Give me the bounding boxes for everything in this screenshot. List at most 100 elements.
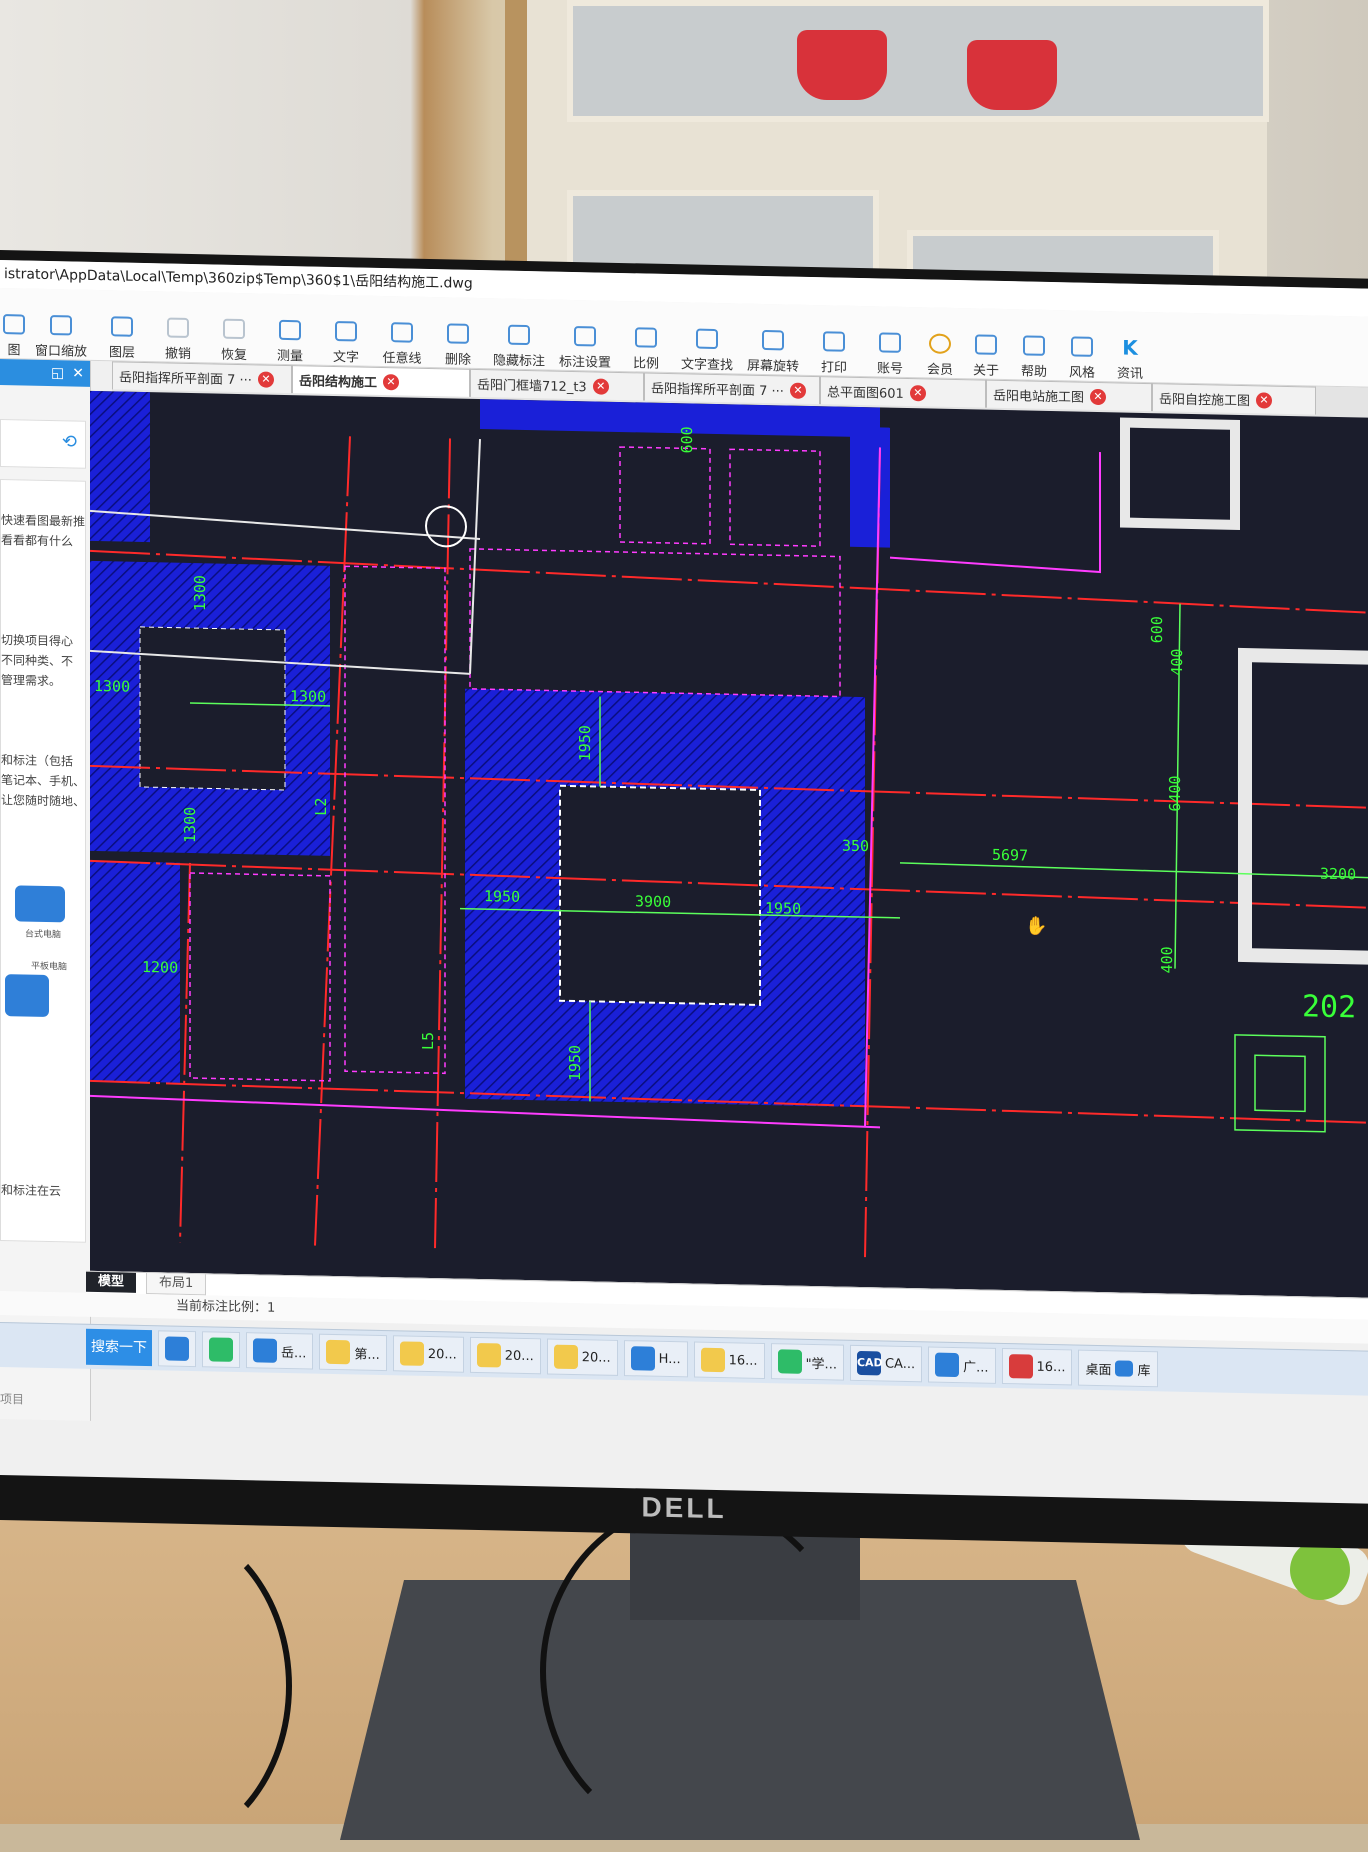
restore-icon[interactable]: ◱	[51, 365, 64, 381]
tab-file[interactable]: 岳阳指挥所平剖面 7 ··· ✕	[644, 372, 820, 405]
taskbar-item[interactable]: 16...	[1001, 1347, 1073, 1386]
hide-annotation-icon	[508, 324, 530, 346]
close-tab-icon[interactable]: ✕	[383, 373, 400, 390]
print-icon	[823, 331, 845, 352]
undo-button[interactable]: 撤销	[150, 299, 206, 362]
taskbar-item[interactable]: H...	[623, 1340, 688, 1378]
folder-icon	[399, 1341, 424, 1366]
folder-icon	[553, 1344, 578, 1370]
close-tab-icon[interactable]: ✕	[592, 377, 609, 395]
hand-cursor-icon: ✋	[1025, 915, 1048, 937]
taskbar-item-ie[interactable]	[158, 1330, 196, 1368]
tab-file[interactable]: 岳阳门框墙712_t3 ✕	[470, 368, 644, 401]
text-search-icon	[696, 328, 718, 350]
close-tab-icon[interactable]: ✕	[909, 384, 926, 401]
vip-icon	[929, 333, 951, 354]
room-window	[505, 0, 1269, 312]
measure-button[interactable]: 测量	[262, 301, 318, 364]
toolbar-map[interactable]: 图	[0, 296, 28, 359]
cable	[20, 1520, 292, 1852]
tab-file-active[interactable]: 岳阳结构施工 ✕	[292, 365, 470, 397]
taskbar-item[interactable]: 20...	[546, 1338, 618, 1376]
tab-file[interactable]: 岳阳自控施工图 ✕	[1152, 383, 1316, 415]
dim-label: 1200	[142, 958, 178, 977]
close-tab-icon[interactable]: ✕	[789, 382, 806, 399]
browser-icon	[165, 1336, 189, 1361]
desktop-label: 台式电脑	[25, 929, 62, 941]
promo-text: 和标注在云	[1, 1183, 62, 1199]
rotate-screen-button[interactable]: 屏幕旋转	[740, 312, 806, 375]
annotation-settings-button[interactable]: 标注设置	[552, 308, 618, 371]
dim-label: 600	[1148, 616, 1166, 643]
close-tab-icon[interactable]: ✕	[1090, 388, 1107, 405]
taskbar-item[interactable]: 20...	[469, 1336, 541, 1375]
dim-label: 3200	[1320, 865, 1356, 884]
account-button[interactable]: 账号	[862, 314, 918, 377]
promo-text: 笔记本、手机、	[1, 773, 86, 789]
folder-icon	[326, 1339, 351, 1365]
dim-label: 350	[842, 837, 869, 856]
about-button[interactable]: 关于	[962, 316, 1010, 379]
desktop-computer-icon	[15, 885, 65, 923]
redo-button[interactable]: 恢复	[206, 300, 262, 363]
taskbar-item[interactable]: 第...	[319, 1333, 387, 1372]
tab-file[interactable]: 岳阳电站施工图 ✕	[986, 379, 1152, 412]
promo-text: 快速看图最新推	[1, 513, 86, 529]
promo-text: 和标注（包括	[1, 753, 74, 769]
taskbar-item[interactable]: 广...	[928, 1346, 996, 1384]
print-button[interactable]: 打印	[806, 313, 862, 376]
taskbar-item-desktop[interactable]	[202, 1331, 240, 1369]
tab-layout1[interactable]: 布局1	[146, 1273, 207, 1296]
zoom-window-button[interactable]: 窗口缩放	[28, 297, 94, 360]
tab-model[interactable]: 模型	[86, 1271, 137, 1293]
style-icon	[1071, 336, 1093, 357]
dim-label: 1300	[191, 575, 209, 611]
account-icon	[879, 332, 901, 353]
scale-button[interactable]: 比例	[618, 309, 674, 372]
taskbar-item[interactable]: 20...	[392, 1335, 464, 1373]
dim-label: 1950	[566, 1045, 584, 1081]
annotation-scale-status: 当前标注比例：1	[176, 1298, 276, 1316]
info-icon	[975, 334, 997, 355]
delete-button[interactable]: 删除	[430, 305, 486, 368]
side-panel-header: ◱ ✕	[0, 359, 90, 387]
tablet-label: 平板电脑	[31, 961, 68, 973]
search-button[interactable]: 搜索一下	[86, 1328, 152, 1367]
taskbar-item[interactable]: 岳...	[246, 1332, 314, 1370]
drawing-canvas[interactable]: 1300 1300 1300 1300 1200 L2 L5 600 1950 …	[90, 390, 1368, 1298]
text-button[interactable]: 文字	[318, 303, 374, 366]
freehand-line-button[interactable]: 任意线	[374, 304, 430, 367]
close-icon[interactable]: ✕	[72, 366, 84, 382]
scale-icon	[635, 327, 657, 348]
taskbar-tray[interactable]: 桌面库	[1078, 1349, 1158, 1388]
refresh-icon[interactable]: ⟲	[62, 431, 77, 452]
promo-text: 不同种类、不	[1, 653, 74, 669]
side-panel-footer: 项目	[0, 1392, 25, 1407]
layers-button[interactable]: 图层	[94, 298, 150, 361]
close-tab-icon[interactable]: ✕	[257, 370, 274, 388]
text-search-button[interactable]: 文字查找	[674, 310, 740, 373]
pen-icon	[391, 322, 413, 343]
dim-label: 1300	[94, 677, 130, 696]
help-button[interactable]: 帮助	[1010, 317, 1058, 380]
folder-icon	[700, 1347, 725, 1373]
news-button[interactable]: K 资讯	[1106, 319, 1154, 382]
redo-icon	[223, 318, 245, 340]
hide-annotation-button[interactable]: 隐藏标注	[486, 306, 552, 369]
dim-label: 1950	[765, 899, 801, 918]
vip-button[interactable]: 会员	[918, 315, 962, 378]
promo-text: 切换项目得心	[1, 633, 74, 649]
dim-label: 1300	[290, 687, 326, 706]
zoom-window-icon	[50, 315, 72, 336]
taskbar-item[interactable]: 16...	[693, 1341, 765, 1380]
style-button[interactable]: 风格	[1058, 318, 1106, 381]
tab-file[interactable]: 岳阳指挥所平剖面 7 ··· ✕	[112, 361, 292, 394]
map-icon	[3, 314, 25, 335]
tab-file[interactable]: 总平面图601 ✕	[820, 376, 986, 408]
dim-label: 1950	[576, 725, 594, 761]
dim-label: 600	[678, 426, 696, 453]
taskbar-item[interactable]: "学...	[770, 1343, 844, 1381]
app-icon	[777, 1349, 802, 1374]
close-tab-icon[interactable]: ✕	[1256, 391, 1273, 409]
taskbar-item-cad[interactable]: CAD CA...	[849, 1344, 923, 1383]
